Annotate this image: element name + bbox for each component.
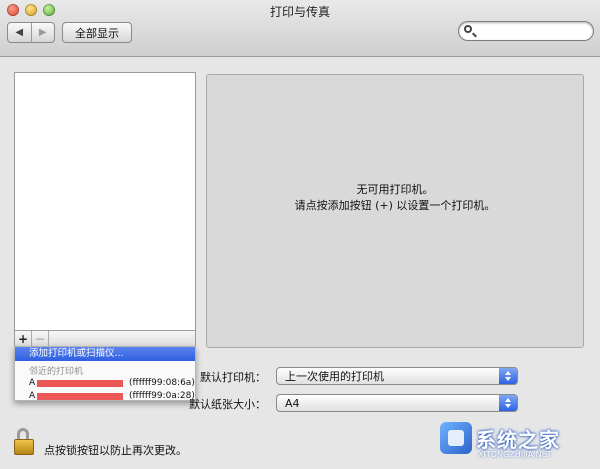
titlebar: 打印与传真 ◀ ▶ 全部显示	[0, 0, 600, 57]
default-paper-size-select[interactable]: A4	[276, 394, 518, 412]
printer-id: (ffffff99:08:6a)	[129, 378, 195, 388]
menu-item-add-printer[interactable]: 添加打印机或扫描仪...	[15, 347, 195, 361]
menu-section-nearby-printers: 邻近的打印机	[29, 367, 84, 377]
menu-item-nearby-printer[interactable]: A (ffffff99:0a:28)	[29, 390, 195, 401]
menu-item-nearby-printer[interactable]: A (ffffff99:08:6a)	[29, 377, 195, 389]
printers-window: 打印与传真 ◀ ▶ 全部显示 + − 添加打印机或扫描仪... 邻近的打印机 A…	[0, 0, 600, 469]
search-field[interactable]	[458, 21, 594, 41]
show-all-button[interactable]: 全部显示	[62, 22, 132, 43]
window-title: 打印与传真	[269, 5, 330, 19]
no-printer-message: 无可用打印机。	[356, 183, 434, 196]
printer-name: A	[29, 391, 36, 401]
watermark-url: XITONGZHIJIA.NET	[478, 450, 552, 459]
popup-arrows-icon	[499, 395, 517, 411]
watermark-brand: 系统之家	[476, 428, 560, 452]
forward-icon[interactable]: ▶	[30, 23, 55, 42]
remove-printer-button[interactable]: −	[32, 331, 49, 347]
add-printer-hint: 请点按添加按钮 (+) 以设置一个打印机。	[294, 199, 496, 212]
printer-list[interactable]	[14, 72, 196, 348]
redacted-name	[37, 380, 123, 387]
add-printer-button[interactable]: +	[15, 331, 32, 347]
printer-detail-pane: 无可用打印机。 请点按添加按钮 (+) 以设置一个打印机。	[206, 74, 584, 348]
watermark-logo-icon	[440, 422, 472, 454]
redacted-name	[37, 393, 123, 400]
back-forward-control: ◀ ▶	[7, 22, 55, 43]
watermark: 系统之家 XITONGZHIJIA.NET	[440, 418, 594, 464]
add-printer-menu: 添加打印机或扫描仪... 邻近的打印机 A (ffffff99:08:6a) A…	[14, 346, 196, 401]
printer-id: (ffffff99:0a:28)	[129, 391, 195, 401]
lock-icon[interactable]	[14, 428, 36, 455]
lock-hint-text: 点按锁按钮以防止再次更改。	[44, 444, 187, 457]
printer-name: A	[29, 378, 36, 388]
default-paper-size-label: 默认纸张大小：	[189, 398, 266, 411]
popup-arrows-icon	[499, 368, 517, 384]
default-printer-label: 默认打印机：	[200, 371, 266, 384]
search-input[interactable]	[477, 23, 587, 37]
back-icon[interactable]: ◀	[8, 23, 31, 42]
default-printer-select[interactable]: 上一次使用的打印机	[276, 367, 518, 385]
lock-body	[14, 439, 34, 455]
default-printer-value: 上一次使用的打印机	[285, 370, 384, 383]
search-icon	[464, 25, 472, 33]
default-paper-size-value: A4	[285, 397, 300, 410]
